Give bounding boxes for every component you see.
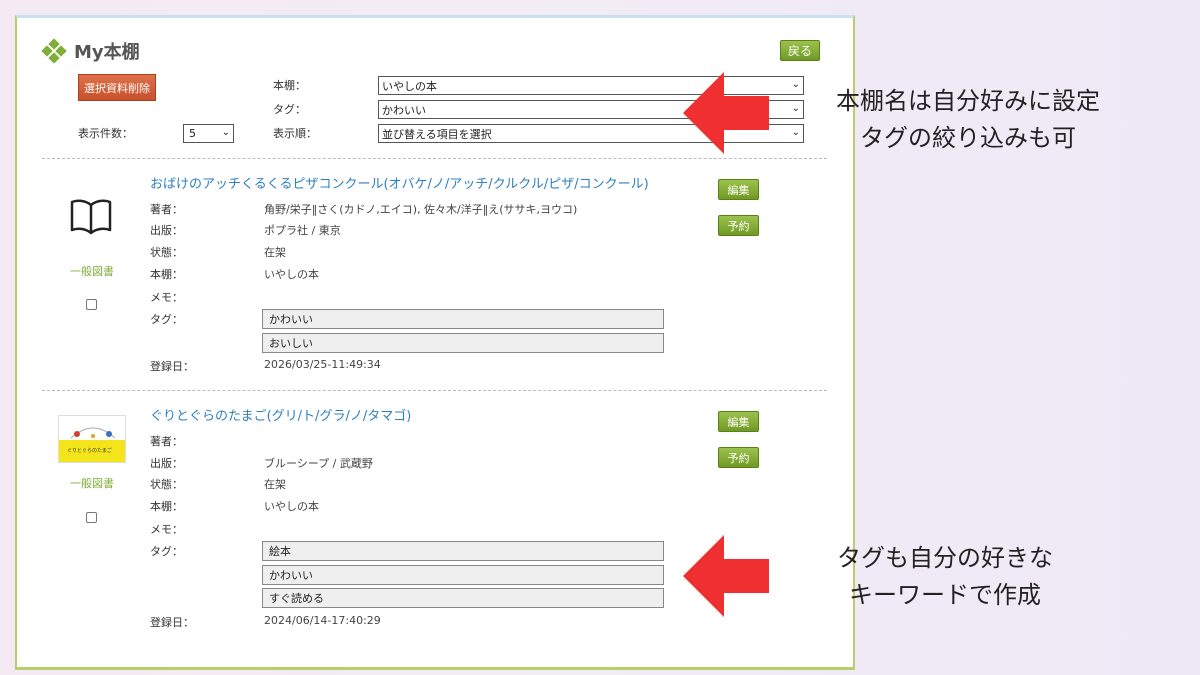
annotation-line: タグも自分の好きな [837, 544, 1053, 572]
registered-value: 2026/03/25-11:49:34 [264, 358, 381, 371]
shelf-value: いやしの本 [264, 500, 319, 513]
page-title: My本棚 [74, 42, 140, 63]
chevron-down-icon: ⌄ [791, 127, 800, 138]
tag-box[interactable]: すぐ読める [262, 588, 664, 608]
chevron-down-icon: ⌄ [221, 127, 230, 138]
tag-box[interactable]: おいしい [262, 333, 664, 353]
status-value: 在架 [264, 246, 286, 259]
reserve-button[interactable]: 予約 [718, 215, 759, 236]
publisher-value: ポプラ社 / 東京 [264, 224, 341, 237]
author-label: 著者： [150, 203, 183, 216]
shelf-label: 本棚： [150, 268, 183, 281]
record-title-link[interactable]: おばけのアッチくるくるピザコンクール(オバケ/ノ/アッチ/クルクル/ピザ/コンク… [150, 173, 649, 192]
shelf-label: 本棚： [150, 500, 183, 513]
record-title-link[interactable]: ぐりとぐらのたまご(グリ/ト/グラ/ノ/タマゴ) [150, 405, 411, 424]
publisher-value: ブルーシープ / 武蔵野 [264, 457, 373, 470]
status-label: 状態： [150, 246, 183, 259]
publisher-label: 出版： [150, 224, 183, 237]
reserve-button[interactable]: 予約 [718, 447, 759, 468]
registered-label: 登録日： [150, 616, 194, 629]
annotation-line: キーワードで作成 [849, 581, 1041, 609]
status-value: 在架 [264, 478, 286, 491]
cover-title: ぐりとぐらのたまご [67, 448, 112, 454]
annotation-line: 本棚名は自分好みに設定 [836, 87, 1100, 115]
diamond-cluster-icon [41, 38, 67, 64]
author-value: 角野/栄子‖さく(カドノ,エイコ), 佐々木/洋子‖え(ササキ,ヨウコ) [264, 203, 578, 216]
tags-label: タグ： [150, 313, 183, 326]
order-select-value: 並び替える項目を選択 [382, 127, 492, 141]
count-label: 表示件数： [78, 127, 133, 140]
chevron-down-icon: ⌄ [791, 103, 800, 114]
edit-button[interactable]: 編集 [718, 179, 759, 200]
tag-box[interactable]: かわいい [262, 565, 664, 585]
tags-label: タグ： [150, 545, 183, 558]
registered-value: 2024/06/14-17:40:29 [264, 614, 381, 627]
annotation-line: タグの絞り込みも可 [860, 124, 1076, 152]
tag-box[interactable]: かわいい [262, 309, 664, 329]
arrow-left-icon [683, 535, 769, 617]
divider [42, 390, 827, 391]
shelf-select-value: いやしの本 [382, 79, 437, 93]
divider [42, 158, 827, 159]
category-label: 一般図書 [70, 265, 114, 278]
shelf-filter-label: 本棚： [273, 79, 306, 92]
chevron-down-icon: ⌄ [791, 79, 800, 90]
open-book-icon [70, 199, 112, 235]
memo-label: メモ： [150, 291, 183, 304]
count-select[interactable]: 5 ⌄ [183, 124, 234, 143]
page-header: My本棚 [41, 38, 140, 64]
record-checkbox[interactable] [86, 299, 97, 310]
cover-illustration [70, 427, 116, 439]
tag-select-value: かわいい [382, 103, 426, 117]
delete-selected-button[interactable]: 選択資料削除 [78, 74, 156, 101]
back-button[interactable]: 戻る [780, 40, 820, 61]
order-label: 表示順： [273, 127, 317, 140]
tag-box[interactable]: 絵本 [262, 541, 664, 561]
status-label: 状態： [150, 478, 183, 491]
book-cover-image[interactable]: ぐりとぐらのたまご [58, 415, 126, 463]
arrow-left-icon [683, 72, 769, 154]
memo-label: メモ： [150, 523, 183, 536]
shelf-value: いやしの本 [264, 268, 319, 281]
registered-label: 登録日： [150, 360, 194, 373]
count-select-value: 5 [189, 127, 196, 140]
edit-button[interactable]: 編集 [718, 411, 759, 432]
author-label: 著者： [150, 435, 183, 448]
publisher-label: 出版： [150, 457, 183, 470]
category-label: 一般図書 [70, 477, 114, 490]
record-checkbox[interactable] [86, 512, 97, 523]
tag-filter-label: タグ： [273, 103, 306, 116]
